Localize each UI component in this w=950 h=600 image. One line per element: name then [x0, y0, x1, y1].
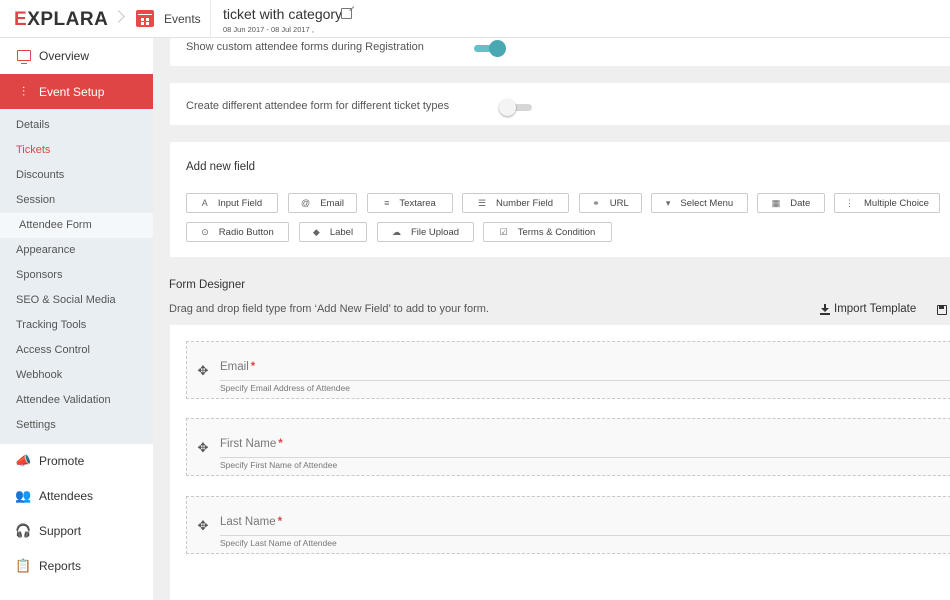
sidebar-item-overview[interactable]: Overview — [0, 38, 153, 73]
submenu-appearance[interactable]: Appearance — [0, 238, 153, 263]
field-underline — [220, 535, 950, 536]
submenu-seo-social-media[interactable]: SEO & Social Media — [0, 288, 153, 313]
tag-icon: ◆ — [312, 226, 320, 237]
submenu-attendee-validation[interactable]: Attendee Validation — [0, 388, 153, 413]
diff-forms-label: Create different attendee form for diffe… — [186, 100, 450, 112]
field-hint: Specify First Name of Attendee — [220, 460, 338, 470]
submenu-attendee-form[interactable]: Attendee Form — [0, 213, 153, 238]
field-label: Last Name * — [220, 516, 283, 528]
breadcrumb-chevron-icon — [112, 10, 125, 23]
align-icon: ≡ — [384, 198, 390, 208]
ellipsis-icon: ⋮ — [845, 197, 855, 208]
checkbox-icon: ☑ — [499, 226, 508, 237]
diff-forms-setting: Create different attendee form for diffe… — [170, 83, 950, 125]
toggle-knob — [489, 40, 506, 57]
headset-icon: 🎧 — [15, 522, 32, 538]
add-email-button[interactable]: @ Email — [288, 193, 357, 213]
link-icon: ⚭ — [592, 197, 600, 208]
calendar-icon: ▦ — [771, 197, 781, 208]
import-template-label: Import Template — [834, 303, 917, 315]
custom-forms-toggle[interactable] — [474, 40, 506, 57]
sliders-icon: ⫶ — [21, 83, 26, 99]
monitor-icon — [16, 48, 31, 64]
field-label: Email * — [220, 361, 256, 373]
sidebar-item-promote[interactable]: 📣 Promote — [0, 443, 153, 478]
form-field-row[interactable]: ✥ Last Name * Specify Last Name of Attend… — [186, 496, 950, 554]
main-content: Show custom attendee forms during Regist… — [153, 38, 950, 600]
add-terms-condition-button[interactable]: ☑ Terms & Condition — [483, 222, 612, 242]
sidebar-item-label: Event Setup — [39, 84, 105, 99]
download-icon — [820, 303, 830, 315]
move-icon[interactable]: ✥ — [197, 364, 209, 377]
add-textarea-button[interactable]: ≡ Textarea — [367, 193, 453, 213]
cloud-upload-icon: ☁ — [391, 226, 401, 237]
toggle-knob — [499, 99, 516, 116]
field-underline — [220, 380, 950, 381]
submenu-details[interactable]: Details — [0, 113, 153, 138]
diff-forms-toggle[interactable] — [499, 99, 532, 116]
add-multiple-choice-button[interactable]: ⋮ Multiple Choice — [834, 193, 940, 213]
submenu-access-control[interactable]: Access Control — [0, 338, 153, 363]
form-drop-area[interactable]: ✥ Email * Specify Email Address of Attend… — [170, 325, 950, 600]
sidebar-item-label: Support — [39, 523, 82, 538]
form-designer-subtitle: Drag and drop field type from ‘Add New F… — [169, 303, 489, 315]
form-designer-title: Form Designer — [169, 279, 246, 291]
add-new-field-panel: Add new field A Input Field @ Email ≡ Texta… — [170, 142, 950, 257]
users-icon: 👥 — [15, 487, 32, 503]
radio-icon: ⊙ — [201, 226, 209, 237]
submenu-sponsors[interactable]: Sponsors — [0, 263, 153, 288]
breadcrumb-events[interactable]: Events — [164, 12, 201, 26]
sidebar-item-label: Attendees — [39, 488, 94, 503]
sidebar-item-reports[interactable]: 📋 Reports — [0, 548, 153, 583]
sidebar-item-event-setup[interactable]: ⫶ Event Setup — [0, 74, 153, 109]
text-icon: A — [201, 198, 208, 208]
add-label-button[interactable]: ◆ Label — [299, 222, 367, 242]
submenu-tracking-tools[interactable]: Tracking Tools — [0, 313, 153, 338]
move-icon[interactable]: ✥ — [197, 441, 209, 454]
field-label: First Name * — [220, 438, 283, 450]
move-icon[interactable]: ✥ — [197, 519, 209, 532]
add-new-field-title: Add new field — [186, 161, 256, 173]
event-setup-submenu: Details Tickets Discounts Session Attend… — [0, 109, 153, 444]
submenu-webhook[interactable]: Webhook — [0, 363, 153, 388]
sidebar: Overview ⫶ Event Setup Details Tickets D… — [0, 38, 153, 600]
sidebar-item-label: Promote — [39, 453, 85, 468]
event-dates: 08 Jun 2017 - 08 Jul 2017 , — [223, 25, 314, 34]
divider — [210, 0, 211, 38]
clipboard-icon: 📋 — [15, 557, 32, 573]
list-icon: ☰ — [477, 197, 487, 208]
add-file-upload-button[interactable]: ☁ File Upload — [377, 222, 474, 242]
field-underline — [220, 457, 950, 458]
custom-forms-setting: Show custom attendee forms during Regist… — [170, 38, 950, 66]
megaphone-icon: 📣 — [15, 452, 32, 468]
field-hint: Specify Last Name of Attendee — [220, 538, 337, 548]
save-icon[interactable] — [937, 305, 947, 315]
add-select-menu-button[interactable]: ▾ Select Menu — [651, 193, 748, 213]
submenu-settings[interactable]: Settings — [0, 413, 153, 438]
explara-logo[interactable]: EXPLARA — [14, 9, 108, 31]
at-icon: @ — [301, 198, 311, 208]
top-bar: EXPLARA Events ticket with category 08 J… — [0, 0, 950, 38]
sidebar-item-label: Overview — [39, 48, 90, 63]
add-date-button[interactable]: ▦ Date — [757, 193, 825, 213]
form-field-row[interactable]: ✥ Email * Specify Email Address of Attend… — [186, 341, 950, 399]
external-link-icon[interactable] — [341, 8, 352, 19]
form-field-row[interactable]: ✥ First Name * Specify First Name of Atte… — [186, 418, 950, 476]
sidebar-item-attendees[interactable]: 👥 Attendees — [0, 478, 153, 513]
caret-down-icon: ▾ — [665, 197, 671, 208]
add-url-button[interactable]: ⚭ URL — [579, 193, 642, 213]
add-input-field-button[interactable]: A Input Field — [186, 193, 278, 213]
submenu-tickets[interactable]: Tickets — [0, 138, 153, 163]
submenu-session[interactable]: Session — [0, 188, 153, 213]
sidebar-item-label: Reports — [39, 558, 82, 573]
submenu-discounts[interactable]: Discounts — [0, 163, 153, 188]
sidebar-item-support[interactable]: 🎧 Support — [0, 513, 153, 548]
custom-forms-label: Show custom attendee forms during Regist… — [186, 41, 424, 53]
event-title: ticket with category — [223, 6, 343, 22]
calendar-icon — [136, 10, 154, 27]
add-number-field-button[interactable]: ☰ Number Field — [462, 193, 569, 213]
import-template-button[interactable]: Import Template — [820, 303, 916, 315]
add-radio-button-button[interactable]: ⊙ Radio Button — [186, 222, 289, 242]
field-hint: Specify Email Address of Attendee — [220, 383, 350, 393]
